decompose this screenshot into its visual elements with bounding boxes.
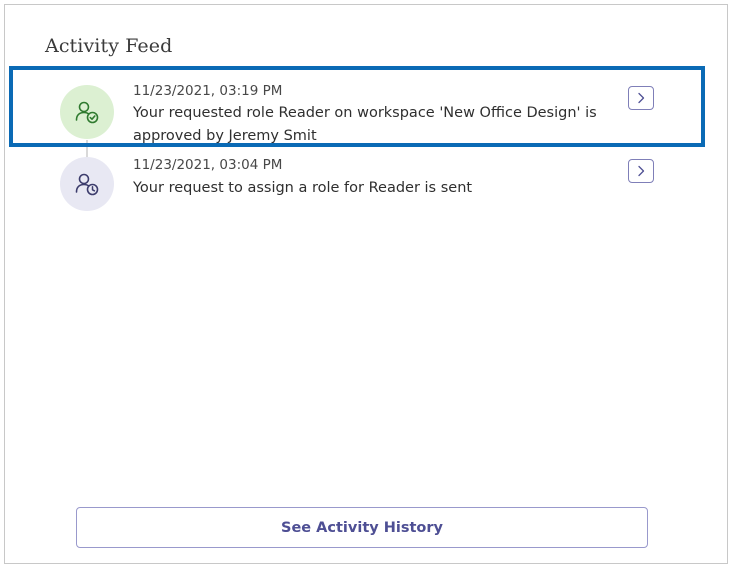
activity-avatar [60,157,114,211]
activity-item: 11/23/2021, 03:19 PM Your requested role… [5,73,729,155]
activity-message: Your requested role Reader on workspace … [133,105,597,144]
activity-item: 11/23/2021, 03:04 PM Your request to ass… [5,151,729,221]
person-clock-icon [75,173,99,196]
activity-message: Your request to assign a role for Reader… [133,180,473,196]
activity-timestamp: 11/23/2021, 03:19 PM [133,83,283,99]
panel-title: Activity Feed [45,35,173,57]
chevron-right-icon [638,92,645,104]
see-activity-history-button[interactable]: See Activity History [76,507,648,548]
activity-timestamp: 11/23/2021, 03:04 PM [133,157,283,173]
chevron-right-icon [638,165,645,177]
activity-feed-panel: Activity Feed 11/23/2021, 03:19 PM Your … [4,4,728,564]
open-activity-button[interactable] [628,159,654,183]
person-check-icon [75,101,99,124]
open-activity-button[interactable] [628,86,654,110]
activity-avatar [60,85,114,139]
